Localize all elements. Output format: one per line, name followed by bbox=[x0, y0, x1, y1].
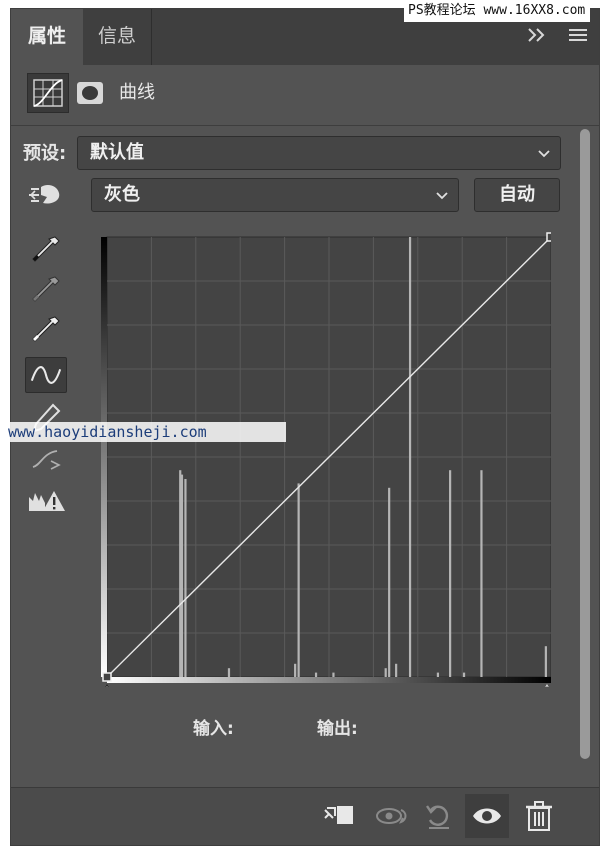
channel-value: 灰色 bbox=[104, 184, 140, 205]
channel-dropdown[interactable]: 灰色 bbox=[91, 178, 459, 212]
reset-icon[interactable] bbox=[417, 794, 461, 838]
black-point-eyedropper-icon[interactable] bbox=[25, 231, 67, 267]
histogram-bar bbox=[294, 663, 297, 677]
tab-info[interactable]: 信息 bbox=[83, 9, 151, 65]
collapse-panel-icon[interactable] bbox=[525, 23, 549, 47]
clipping-warning-icon[interactable] bbox=[25, 483, 67, 519]
watermark-top: PS教程论坛 www.16XX8.com bbox=[404, 0, 590, 22]
panel-footer bbox=[11, 787, 599, 845]
panel-menu-icon[interactable] bbox=[567, 23, 589, 47]
histogram-bar bbox=[384, 668, 387, 677]
histogram-bar bbox=[388, 487, 391, 677]
divider bbox=[11, 125, 599, 126]
histogram-bar bbox=[314, 672, 318, 677]
tab-divider bbox=[151, 9, 152, 65]
chevron-down-icon bbox=[436, 192, 448, 200]
histogram-bar bbox=[480, 470, 483, 677]
watermark-mid: www.haoyidiansheji.com bbox=[0, 422, 286, 442]
histogram-bar bbox=[449, 470, 452, 677]
curves-graph[interactable] bbox=[91, 227, 551, 687]
preset-label: 预设: bbox=[23, 143, 67, 164]
clip-to-layer-icon[interactable] bbox=[317, 794, 361, 838]
curve-points-icon[interactable] bbox=[25, 357, 67, 393]
adjustment-type-label: 曲线 bbox=[119, 82, 155, 103]
output-gradient-bar bbox=[101, 237, 107, 677]
white-input-slider[interactable] bbox=[539, 683, 551, 687]
histogram-bar bbox=[227, 668, 231, 677]
histogram-bar bbox=[297, 483, 300, 677]
tab-properties[interactable]: 属性 bbox=[11, 9, 83, 65]
delete-trash-icon[interactable] bbox=[517, 794, 561, 838]
histogram-bar bbox=[436, 672, 440, 677]
input-gradient-bar bbox=[107, 677, 551, 683]
preset-value: 默认值 bbox=[90, 142, 144, 163]
adjustment-type-bar: 曲线 bbox=[11, 65, 599, 125]
scrollbar[interactable] bbox=[577, 127, 593, 789]
white-point-eyedropper-icon[interactable] bbox=[25, 311, 67, 347]
view-previous-state-icon[interactable] bbox=[369, 794, 413, 838]
on-image-adjust-icon[interactable] bbox=[25, 177, 67, 213]
histogram-bar bbox=[395, 663, 398, 677]
input-label: 输入: bbox=[193, 719, 234, 739]
histogram-bar bbox=[332, 672, 335, 677]
gray-point-eyedropper-icon[interactable] bbox=[25, 271, 67, 307]
histogram-bar bbox=[180, 474, 184, 677]
curves-adjustment-icon[interactable] bbox=[27, 73, 69, 113]
layer-mask-icon[interactable] bbox=[75, 79, 105, 107]
preset-dropdown[interactable]: 默认值 bbox=[77, 136, 561, 170]
chevron-down-icon bbox=[538, 150, 550, 158]
histogram-bar bbox=[184, 479, 187, 677]
smooth-curve-icon[interactable] bbox=[25, 441, 67, 477]
black-input-slider[interactable] bbox=[99, 683, 115, 687]
histogram-bar bbox=[408, 237, 412, 677]
histogram-bar bbox=[462, 672, 466, 677]
curve-control-point[interactable] bbox=[546, 232, 551, 242]
histogram-bar bbox=[544, 646, 547, 677]
visibility-eye-icon[interactable] bbox=[465, 794, 509, 838]
output-label: 输出: bbox=[317, 719, 358, 739]
auto-button[interactable]: 自动 bbox=[474, 178, 560, 212]
scroll-thumb[interactable] bbox=[580, 129, 590, 759]
curve-control-point[interactable] bbox=[102, 672, 112, 682]
